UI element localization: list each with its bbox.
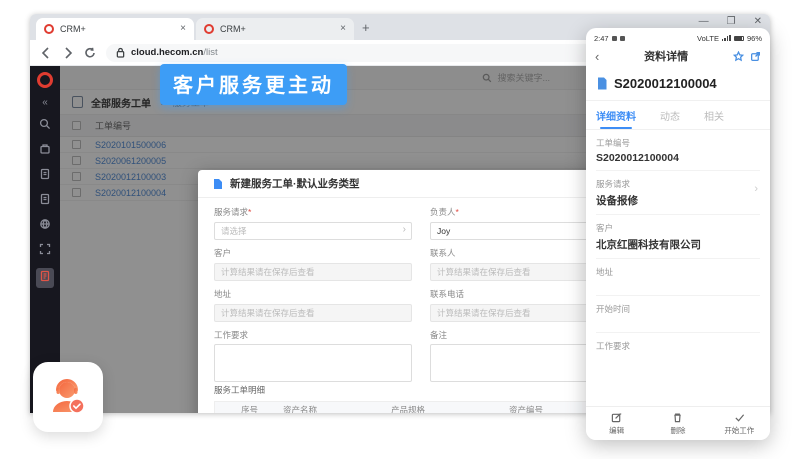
document-icon[interactable] <box>36 193 54 209</box>
detail-column-header: 资产名称 <box>283 404 391 413</box>
start-work-action[interactable]: 开始工作 <box>709 407 770 440</box>
phone-field-row[interactable]: 服务请求设备报修› <box>596 171 760 215</box>
signal-icon <box>722 35 731 42</box>
crm-logo-icon <box>37 72 53 88</box>
phone-tab-相关[interactable]: 相关 <box>704 101 724 129</box>
field-value <box>596 355 760 363</box>
delete-action[interactable]: 删除 <box>647 407 708 440</box>
phone-field-row: 工单编号 S2020012100004 <box>596 130 760 171</box>
field-label: 服务请求* <box>214 206 412 218</box>
document-icon[interactable] <box>36 168 54 184</box>
scan-icon[interactable] <box>36 243 54 259</box>
field-value: 北京红圈科技有限公司 <box>596 237 760 252</box>
network-label: VoLTE <box>697 34 719 43</box>
customer-field <box>214 263 412 281</box>
phone-tab-详细资料[interactable]: 详细资料 <box>596 101 636 129</box>
service-request-select[interactable] <box>214 222 412 240</box>
phone-field-row: 开始时间 <box>596 296 760 333</box>
check-icon <box>734 412 745 423</box>
customer-service-float-card[interactable] <box>33 362 103 432</box>
status-app-icon <box>612 36 617 41</box>
back-chevron-icon[interactable]: ‹ <box>595 49 599 64</box>
phone-tabs: 详细资料动态相关 <box>586 101 770 130</box>
phone-fields: 工单编号S2020012100004服务请求设备报修›客户北京红圈科技有限公司地… <box>586 130 770 367</box>
field-label: 地址 <box>596 266 760 278</box>
work-request-textarea[interactable] <box>214 344 412 382</box>
browser-tab-2[interactable]: CRM+ × <box>196 18 354 40</box>
phone-field-row: 客户北京红圈科技有限公司 <box>596 215 760 259</box>
company-icon[interactable] <box>36 143 54 159</box>
chevron-right-icon: › <box>754 183 758 195</box>
record-title-row: S2020012100004 <box>586 68 770 101</box>
phone-nav-bar: ‹ 资料详情 <box>586 44 770 68</box>
phone-field-row: 工作要求 <box>596 333 760 367</box>
tab-title: CRM+ <box>220 24 334 34</box>
app-sidebar: « <box>30 66 60 413</box>
close-button[interactable]: ✕ <box>754 16 762 27</box>
battery-percent: 96% <box>747 34 762 43</box>
window-controls: — ❐ ✕ <box>699 16 762 27</box>
star-icon[interactable] <box>733 51 744 62</box>
tab-close-icon[interactable]: × <box>180 24 186 34</box>
field-value <box>596 318 760 326</box>
lock-icon <box>116 47 125 58</box>
document-icon <box>596 77 608 90</box>
trash-icon <box>672 412 683 423</box>
tab-title: CRM+ <box>60 24 174 34</box>
back-icon[interactable] <box>40 47 52 59</box>
collapse-sidebar-icon[interactable]: « <box>36 97 54 109</box>
phone-status-bar: 2:47 VoLTE 96% <box>586 28 770 44</box>
field-label: 客户 <box>214 247 412 259</box>
browser-tab-1[interactable]: CRM+ × <box>36 18 194 40</box>
edit-icon <box>611 412 622 423</box>
field-label: 服务请求 <box>596 178 760 190</box>
minimize-button[interactable]: — <box>699 16 709 27</box>
field-label: 客户 <box>596 222 760 234</box>
phone-mockup: 2:47 VoLTE 96% ‹ 资料详情 S2020012100004 详细资… <box>586 28 770 440</box>
battery-icon <box>734 36 744 41</box>
edit-action[interactable]: 编辑 <box>586 407 647 440</box>
phone-field-row: 地址 <box>596 259 760 296</box>
status-time: 2:47 <box>594 34 609 43</box>
forward-icon[interactable] <box>62 47 74 59</box>
modal-title: 新建服务工单·默认业务类型 <box>230 176 360 191</box>
record-id: S2020012100004 <box>614 76 717 91</box>
screenshot-canvas: CRM+ × CRM+ × + — ❐ ✕ cloud.hecom.cn/lis… <box>0 0 792 459</box>
search-icon[interactable] <box>36 118 54 134</box>
phone-page-title: 资料详情 <box>605 48 727 64</box>
address-field <box>214 304 412 322</box>
share-icon[interactable] <box>750 51 761 62</box>
chevron-right-icon: › <box>403 224 406 235</box>
field-label: 工作要求 <box>214 329 412 341</box>
new-tab-button[interactable]: + <box>362 20 370 35</box>
phone-action-bar: 编辑 删除 开始工作 <box>586 406 770 440</box>
field-value: S2020012100004 <box>596 152 760 164</box>
crm-favicon <box>44 24 54 34</box>
phone-tab-动态[interactable]: 动态 <box>660 101 680 129</box>
maximize-button[interactable]: ❐ <box>727 16 736 27</box>
field-label: 工作要求 <box>596 340 760 352</box>
refresh-icon[interactable] <box>84 47 96 59</box>
status-app-icon <box>620 36 625 41</box>
promo-banner: 客户服务更主动 <box>160 64 347 105</box>
detail-column-header: 产品规格 <box>391 404 509 413</box>
field-value <box>596 281 760 289</box>
tab-close-icon[interactable]: × <box>340 24 346 34</box>
globe-icon[interactable] <box>36 218 54 234</box>
field-value: 设备报修 <box>596 193 760 208</box>
customer-service-agent-icon <box>47 376 89 418</box>
field-label: 地址 <box>214 288 412 300</box>
detail-column-header: 序号 <box>241 404 283 413</box>
url-text: cloud.hecom.cn/list <box>131 47 218 58</box>
service-order-module-icon[interactable] <box>36 268 54 288</box>
field-label: 工单编号 <box>596 137 760 149</box>
field-label: 开始时间 <box>596 303 760 315</box>
document-icon <box>212 178 224 190</box>
crm-favicon <box>204 24 214 34</box>
